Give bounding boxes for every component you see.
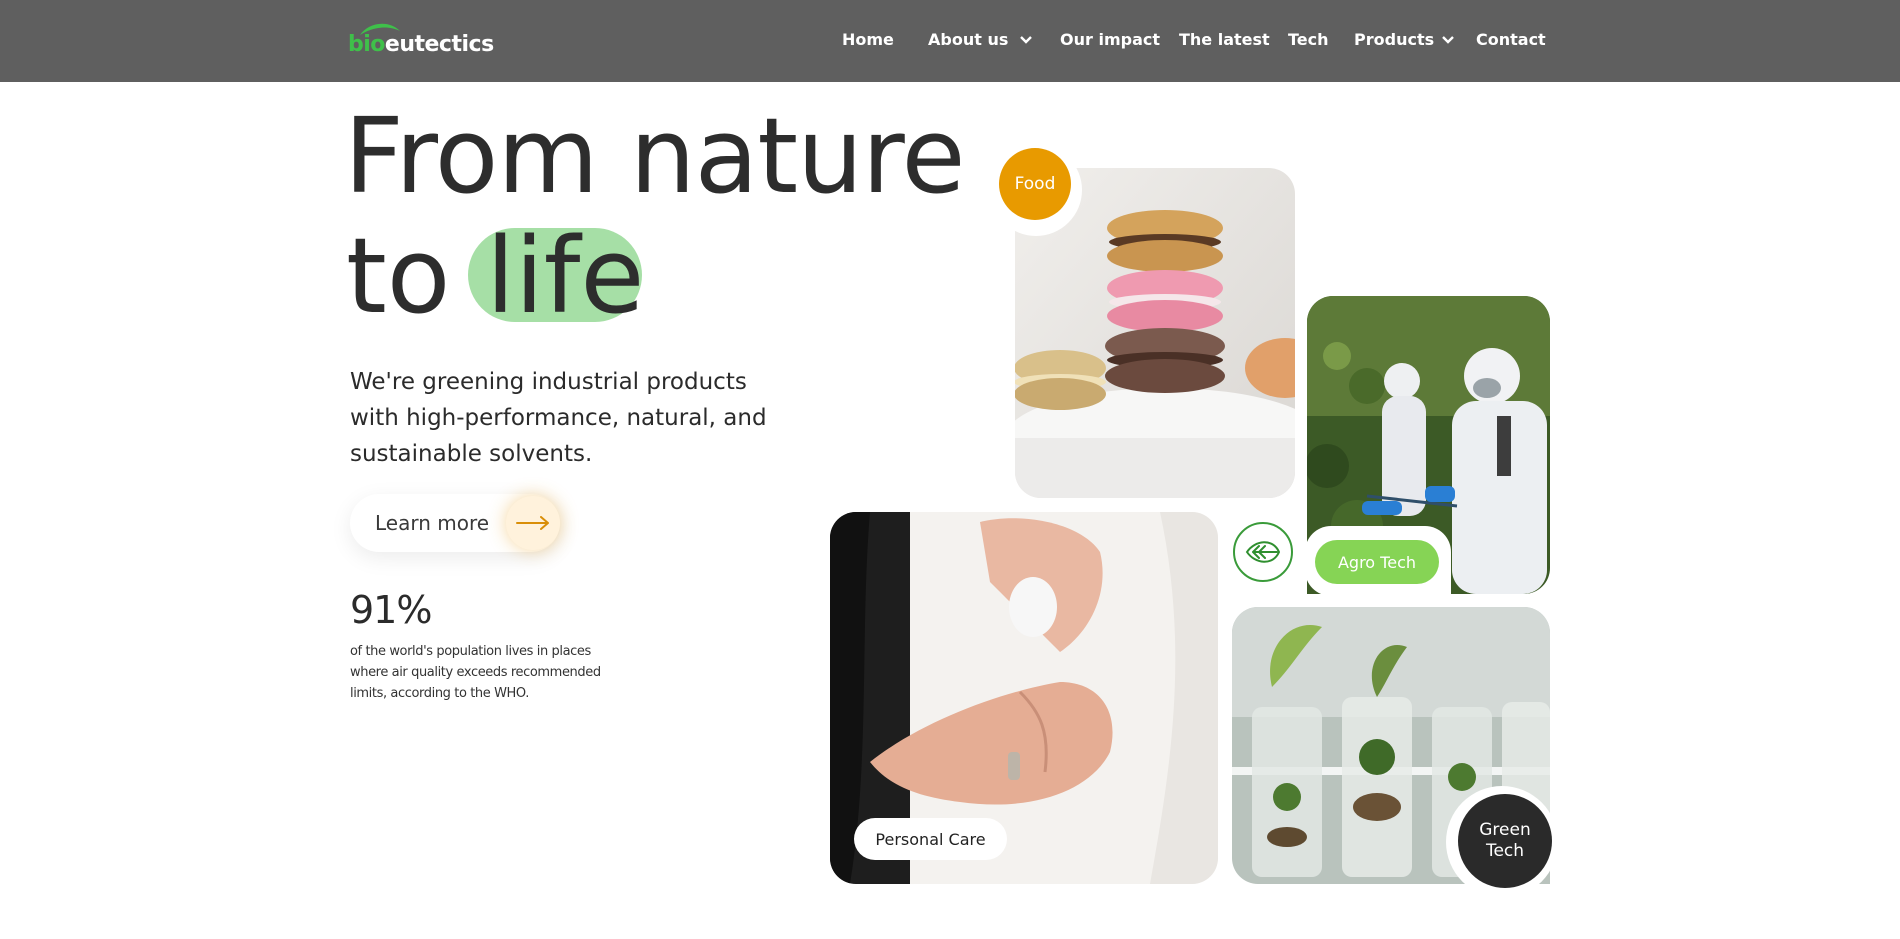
- nav-home[interactable]: Home: [842, 30, 894, 49]
- hero-headline-line1: From nature: [344, 95, 966, 217]
- learn-more-button[interactable]: Learn more: [350, 494, 560, 552]
- hero-headline-word-to: to: [346, 215, 451, 337]
- food-category-badge[interactable]: Food: [999, 148, 1071, 220]
- nav-the-latest[interactable]: The latest: [1179, 30, 1270, 49]
- nav-our-impact[interactable]: Our impact: [1060, 30, 1160, 49]
- nav-about-us[interactable]: About us: [928, 30, 1033, 49]
- leaf-arrows-icon: [1233, 522, 1293, 582]
- personal-care-category-badge[interactable]: Personal Care: [854, 818, 1007, 860]
- chevron-down-icon: [1442, 35, 1454, 44]
- hero-headline-word-life: life: [486, 215, 645, 337]
- stat-value: 91%: [350, 588, 432, 632]
- hero-description: We're greening industrial products with …: [350, 369, 767, 467]
- arrow-right-icon: [506, 496, 560, 550]
- agro-tech-category-badge[interactable]: Agro Tech: [1315, 540, 1439, 584]
- stat-caption: of the world's population lives in place…: [350, 644, 601, 701]
- learn-more-label: Learn more: [375, 511, 490, 535]
- green-tech-category-badge[interactable]: Green Tech: [1458, 794, 1552, 888]
- chevron-down-icon: [1020, 35, 1033, 44]
- nav-products[interactable]: Products: [1354, 30, 1454, 49]
- site-header: bioeutectics Home About us Our impact Th…: [0, 0, 1900, 82]
- nav-tech[interactable]: Tech: [1288, 30, 1329, 49]
- nav-contact[interactable]: Contact: [1476, 30, 1546, 49]
- brand-logo[interactable]: bioeutectics: [348, 22, 494, 62]
- logo-leaf-icon: [360, 23, 400, 35]
